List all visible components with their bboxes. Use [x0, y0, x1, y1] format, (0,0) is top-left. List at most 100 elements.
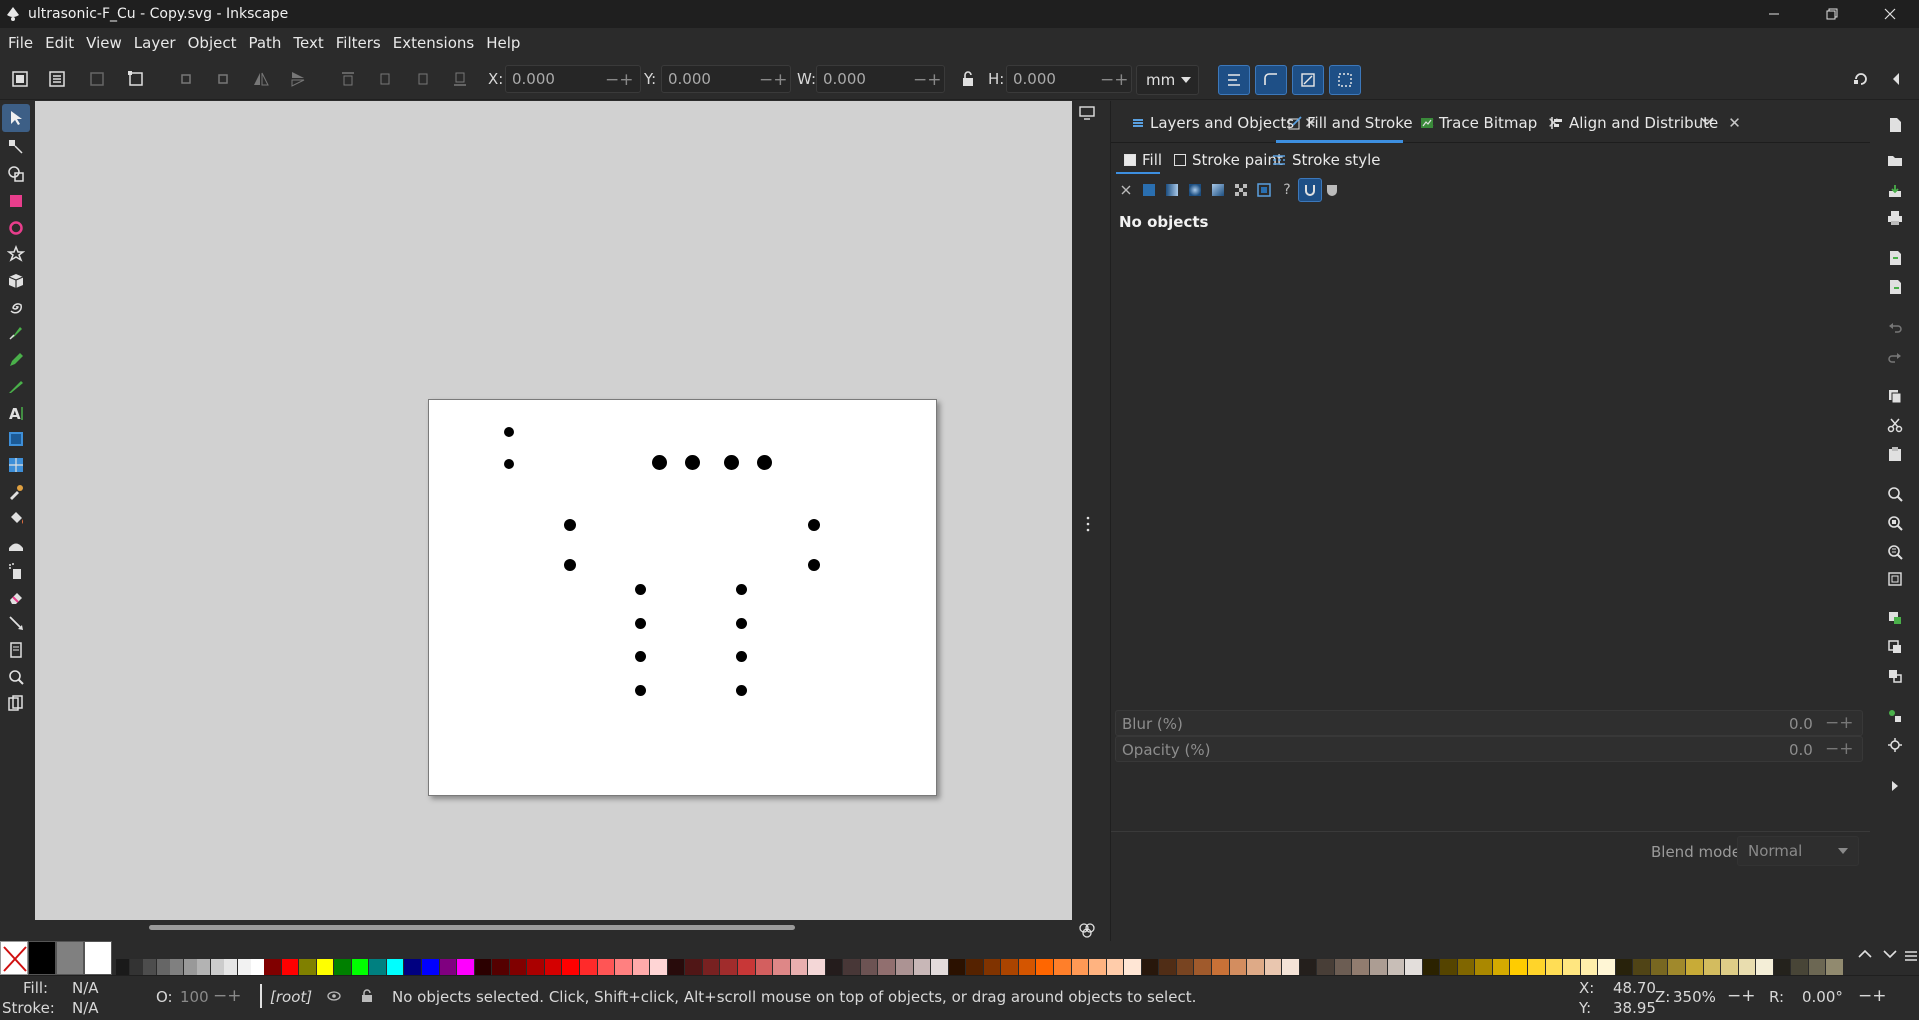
palette-swatch[interactable] [439, 959, 457, 975]
zoom-selection-button[interactable] [1885, 484, 1905, 504]
palette-swatch[interactable] [948, 959, 966, 975]
spiral-tool[interactable] [6, 297, 26, 317]
x-stepper[interactable]: −+ [605, 70, 634, 90]
menu-text[interactable]: Text [287, 34, 329, 52]
tweak-tool[interactable] [6, 535, 26, 555]
palette-swatch[interactable] [129, 959, 143, 975]
palette-swatch[interactable] [1563, 959, 1580, 975]
palette-swatch[interactable] [1089, 959, 1106, 975]
palette-swatch[interactable] [197, 959, 210, 975]
palette-swatch[interactable] [1247, 959, 1264, 975]
palette-swatch[interactable] [1071, 959, 1089, 975]
menu-help[interactable]: Help [480, 34, 526, 52]
palette-swatch[interactable] [720, 959, 737, 975]
measure-tool[interactable] [6, 693, 26, 713]
mesh-gradient-button[interactable] [1208, 180, 1228, 200]
touch-select-icon[interactable] [126, 69, 146, 89]
close-window-button[interactable] [1861, 0, 1919, 28]
menu-edit[interactable]: Edit [39, 34, 80, 52]
palette-swatch[interactable] [264, 959, 281, 975]
shape-dot[interactable] [504, 459, 514, 469]
select-all-icon[interactable] [10, 69, 30, 89]
shape-dot[interactable] [564, 519, 576, 531]
stroke-value[interactable]: N/A [72, 999, 99, 1017]
palette-swatch[interactable] [913, 959, 931, 975]
current-layer[interactable]: [root] [270, 988, 312, 1006]
redo-button[interactable] [1885, 347, 1905, 367]
menu-layer[interactable]: Layer [128, 34, 182, 52]
subtab-fill[interactable]: Fill [1124, 151, 1162, 169]
palette-swatch[interactable] [1106, 959, 1124, 975]
fill-value[interactable]: N/A [72, 979, 99, 997]
scale-corners-button[interactable] [1255, 65, 1287, 95]
duplicate-button[interactable] [1885, 608, 1905, 628]
subtab-stroke-paint[interactable]: Stroke paint [1174, 151, 1283, 169]
palette-swatch[interactable] [474, 959, 492, 975]
palette-swatch[interactable] [1370, 959, 1387, 975]
palette-swatch[interactable] [878, 959, 895, 975]
palette-swatch[interactable] [544, 959, 562, 975]
zoom-page-button[interactable] [1885, 542, 1905, 562]
palette-swatch[interactable] [334, 959, 351, 975]
palette-swatch[interactable] [1054, 959, 1071, 975]
palette-swatch[interactable] [1475, 959, 1492, 975]
document-page[interactable] [428, 399, 937, 796]
pen-tool[interactable] [6, 323, 26, 343]
zoom-stepper[interactable]: −+ [1727, 986, 1756, 1006]
raise-icon[interactable] [375, 69, 395, 89]
minimize-button[interactable] [1745, 0, 1803, 28]
palette-swatch[interactable] [1018, 959, 1036, 975]
palette-swatch[interactable] [1580, 959, 1598, 975]
shape-dot[interactable] [635, 584, 646, 595]
palette-swatch[interactable] [983, 959, 1001, 975]
palette-swatch[interactable] [28, 941, 56, 975]
shape-dot[interactable] [564, 559, 576, 571]
palette-swatch[interactable] [1212, 959, 1229, 975]
palette-swatch[interactable] [1440, 959, 1457, 975]
palette-swatch[interactable] [1738, 959, 1756, 975]
palette-swatch[interactable] [1686, 959, 1703, 975]
open-button[interactable] [1885, 150, 1905, 170]
palette-swatch[interactable] [685, 959, 702, 975]
snap-popover-chevron-icon[interactable] [1886, 69, 1906, 89]
unset-paint-button[interactable]: ? [1277, 180, 1297, 200]
tabs-overflow-chevron-icon[interactable] [1700, 116, 1714, 126]
no-paint-button[interactable] [1116, 180, 1136, 200]
palette-swatch[interactable] [1528, 959, 1545, 975]
flat-color-button[interactable] [1139, 180, 1159, 200]
text-tool[interactable]: A [6, 403, 26, 423]
palette-swatch[interactable] [1422, 959, 1440, 975]
palette-swatch[interactable] [1457, 959, 1475, 975]
zoom-page-width-button[interactable] [1885, 569, 1905, 589]
palette-swatch[interactable] [1545, 959, 1563, 975]
palette-swatch[interactable] [860, 959, 878, 975]
star-tool[interactable] [6, 244, 26, 264]
shape-dot[interactable] [736, 618, 747, 629]
palette-swatch[interactable] [1756, 959, 1773, 975]
color-management-icon[interactable] [1078, 921, 1096, 939]
pages-tool[interactable] [6, 640, 26, 660]
restore-button[interactable] [1803, 0, 1861, 28]
shape-dot[interactable] [736, 584, 747, 595]
palette-swatch[interactable] [509, 959, 527, 975]
shape-dot[interactable] [635, 651, 646, 662]
commands-overflow-button[interactable] [1885, 776, 1905, 796]
palette-swatch[interactable] [56, 941, 84, 975]
radial-gradient-button[interactable] [1185, 180, 1205, 200]
palette-swatch[interactable] [1352, 959, 1369, 975]
close-tab-icon[interactable]: ✕ [1728, 114, 1741, 132]
clone-button[interactable] [1885, 637, 1905, 657]
opacity-value[interactable]: 100 [180, 988, 209, 1006]
palette-swatch[interactable] [457, 959, 474, 975]
unit-select[interactable]: mm [1136, 65, 1199, 95]
blend-mode-select[interactable]: Normal [1737, 836, 1859, 866]
subtab-stroke-style[interactable]: Stroke style [1272, 151, 1381, 169]
palette-swatch[interactable] [527, 959, 544, 975]
spray-tool[interactable] [6, 561, 26, 581]
horizontal-scrollbar[interactable] [149, 925, 795, 930]
unlink-clone-button[interactable] [1885, 666, 1905, 686]
rotation-value[interactable]: 0.00° [1802, 988, 1843, 1006]
palette-swatch[interactable] [667, 959, 685, 975]
pencil-tool[interactable] [6, 350, 26, 370]
palette-swatch[interactable] [580, 959, 597, 975]
